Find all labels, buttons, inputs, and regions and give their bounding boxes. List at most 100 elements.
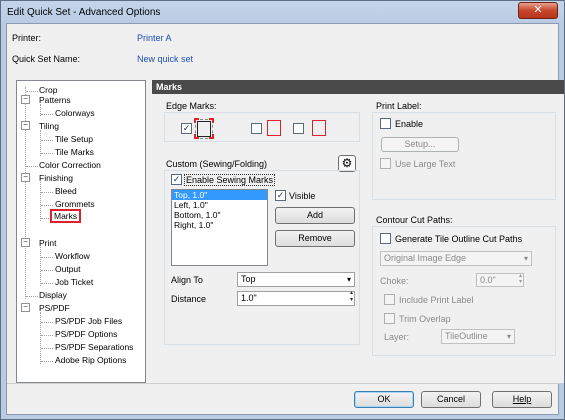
list-item[interactable]: Bottom, 1.0" (172, 210, 267, 220)
tree-item-job-ticket[interactable]: Job Ticket (55, 277, 93, 287)
layer-select[interactable]: TileOutline ▾ (441, 329, 515, 344)
custom-title: Custom (Sewing/Folding) (166, 159, 268, 169)
use-large-text-checkbox[interactable] (380, 158, 391, 169)
help-button[interactable]: Help (492, 391, 552, 408)
tree-item-crop[interactable]: Crop (39, 85, 57, 95)
tree-item-ps-pdf-job-files[interactable]: PS/PDF Job Files (55, 316, 122, 326)
enable-sewing-checkbox[interactable]: ✓ (171, 174, 182, 185)
tree-connector (25, 87, 26, 299)
list-item[interactable]: Right, 1.0" (172, 220, 267, 230)
edge-marks-title: Edge Marks: (166, 101, 217, 111)
print-label-enable-checkbox[interactable] (380, 118, 391, 129)
tree-item-ps-pdf[interactable]: PS/PDF (39, 303, 70, 313)
print-label-group: Enable Setup... Use Large Text (372, 112, 556, 200)
choke-value: 0.0" (480, 275, 496, 285)
print-label-title: Print Label: (376, 101, 422, 111)
tree-item-ps-pdf-separations[interactable]: PS/PDF Separations (55, 342, 133, 352)
dialog-client: Printer: Printer A Quick Set Name: New q… (6, 23, 564, 415)
spinner-icon[interactable]: ▴ ▾ (350, 290, 353, 304)
collapse-icon[interactable]: − (21, 173, 30, 182)
distance-input[interactable]: 1.0" ▴ ▾ (237, 290, 355, 306)
tree-item-finishing[interactable]: Finishing (39, 173, 73, 183)
align-to-select[interactable]: Top ▾ (237, 272, 355, 287)
tree-item-tile-marks[interactable]: Tile Marks (55, 147, 94, 157)
distance-value: 1.0" (241, 293, 257, 303)
visible-checkbox[interactable]: ✓ (275, 190, 286, 201)
choke-label: Choke: (380, 276, 409, 286)
include-print-label-label: Include Print Label (399, 295, 474, 305)
custom-group: ✓ Enable Sewing Marks Top, 1.0" Left, 1.… (164, 170, 360, 345)
tree-item-color-correction[interactable]: Color Correction (39, 160, 101, 170)
generate-outline-checkbox[interactable] (380, 233, 391, 244)
tree-item-output[interactable]: Output (55, 264, 81, 274)
tree-connector (40, 247, 41, 286)
dialog-window: Edit Quick Set - Advanced Options ✕ Prin… (0, 0, 565, 420)
print-label-enable-label: Enable (395, 119, 424, 129)
tree-item-marks[interactable]: Marks (49, 209, 82, 223)
use-large-text-label: Use Large Text (395, 159, 456, 169)
chevron-down-icon: ▾ (346, 275, 351, 284)
tree-item-tile-setup[interactable]: Tile Setup (55, 134, 93, 144)
printer-value: Printer A (137, 33, 172, 43)
edge-mark-icon-box[interactable] (267, 120, 281, 136)
tree-item-adobe-rip-options[interactable]: Adobe Rip Options (55, 355, 126, 365)
enable-sewing-label[interactable]: Enable Sewing Marks (183, 174, 276, 186)
collapse-icon[interactable]: − (21, 95, 30, 104)
layer-label: Layer: (384, 332, 410, 342)
chevron-down-icon: ▾ (523, 254, 528, 263)
panel-title: Marks (152, 80, 564, 94)
collapse-icon[interactable]: − (21, 238, 30, 247)
sewing-marks-list[interactable]: Top, 1.0" Left, 1.0" Bottom, 1.0" Right,… (171, 189, 268, 266)
cut-edge-select[interactable]: Original Image Edge ▾ (380, 251, 532, 266)
contour-group: Generate Tile Outline Cut Paths Original… (372, 226, 556, 356)
footer-divider (7, 383, 560, 384)
list-item[interactable]: Left, 1.0" (172, 200, 267, 210)
tree-item-patterns[interactable]: Patterns (39, 95, 71, 105)
close-button[interactable]: ✕ (518, 2, 558, 19)
edge-mark-checkbox-1[interactable]: ✓ (181, 123, 192, 134)
tree-item-colorways[interactable]: Colorways (55, 108, 95, 118)
printer-label: Printer: (12, 33, 42, 43)
trim-overlap-label: Trim Overlap (399, 314, 451, 324)
marks-panel: Marks Edge Marks: ✓ Custom (Sewing/Foldi… (152, 80, 564, 383)
visible-label: Visible (289, 191, 316, 201)
edge-marks-group: ✓ (164, 112, 360, 142)
quickset-value: New quick set (137, 54, 194, 64)
edge-mark-checkbox-2[interactable] (251, 123, 262, 134)
tree-item-grommets[interactable]: Grommets (55, 199, 95, 209)
contour-title: Contour Cut Paths: (376, 215, 453, 225)
distance-label: Distance (171, 294, 207, 304)
setup-button[interactable]: Setup... (381, 137, 459, 152)
edge-mark-checkbox-3[interactable] (293, 123, 304, 134)
collapse-icon[interactable]: − (21, 303, 30, 312)
generate-outline-label: Generate Tile Outline Cut Paths (395, 234, 523, 244)
layer-value: TileOutline (445, 331, 488, 341)
tree-item-workflow[interactable]: Workflow (55, 251, 90, 261)
tree-connector (40, 182, 41, 221)
tree-item-bleed[interactable]: Bleed (55, 186, 77, 196)
window-title: Edit Quick Set - Advanced Options (7, 7, 161, 18)
list-item[interactable]: Top, 1.0" (172, 190, 267, 200)
chevron-down-icon: ▾ (506, 332, 511, 341)
title-bar[interactable]: Edit Quick Set - Advanced Options ✕ (1, 1, 564, 23)
tree-item-print[interactable]: Print (39, 238, 56, 248)
edge-mark-icon-outline[interactable] (312, 120, 326, 136)
add-button[interactable]: Add (275, 207, 355, 224)
cut-edge-value: Original Image Edge (384, 253, 467, 263)
quickset-label: Quick Set Name: (12, 54, 81, 64)
spinner-icon[interactable]: ▴ ▾ (519, 273, 522, 285)
align-to-label: Align To (171, 275, 203, 285)
remove-button[interactable]: Remove (275, 230, 355, 247)
align-to-value: Top (241, 274, 256, 284)
options-tree[interactable]: Crop − Patterns Colorways − Tiling Tile … (16, 80, 146, 383)
tree-connector (40, 312, 41, 364)
tree-item-tiling[interactable]: Tiling (39, 121, 59, 131)
choke-input[interactable]: 0.0" ▴ ▾ (476, 273, 524, 287)
tree-item-ps-pdf-options[interactable]: PS/PDF Options (55, 329, 117, 339)
collapse-icon[interactable]: − (21, 121, 30, 130)
include-print-label-checkbox[interactable] (384, 294, 395, 305)
trim-overlap-checkbox[interactable] (384, 313, 395, 324)
cancel-button[interactable]: Cancel (421, 391, 481, 408)
tree-item-display[interactable]: Display (39, 290, 67, 300)
ok-button[interactable]: OK (354, 391, 414, 408)
